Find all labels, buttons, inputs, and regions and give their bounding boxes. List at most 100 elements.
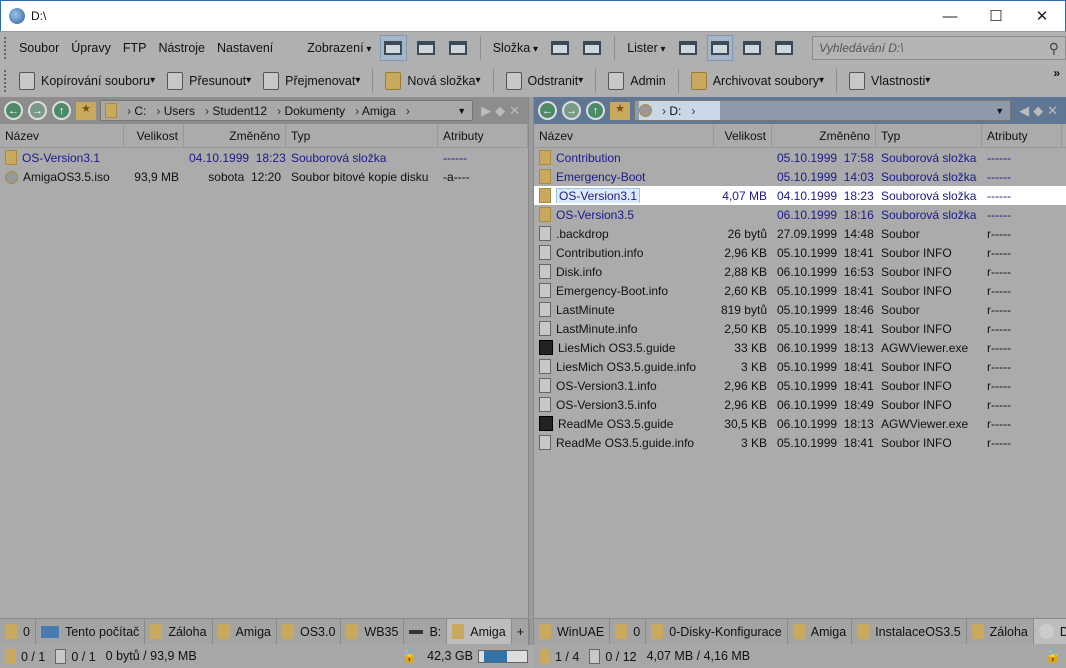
back-icon[interactable]: ← [4,101,23,120]
breadcrumb-segment[interactable]: Student12 [200,104,272,118]
table-row[interactable]: ReadMe OS3.5.guide 30,5 KB 06.10.1999 18:1… [534,414,1066,433]
column-modified-header[interactable]: Změněno [184,123,286,148]
new-folder-button[interactable]: Nová složka [379,68,486,94]
folder-tab[interactable]: OS3.0 [277,619,342,644]
favorites-icon[interactable]: ★ [610,101,630,120]
table-row[interactable]: OS-Version3.1 4,07 MB 04.10.1999 18:23 Soub… [534,186,1066,205]
up-icon[interactable]: ↑ [52,101,71,120]
rename-button[interactable]: Přejmenovat [257,68,366,94]
search-icon[interactable]: ⚲ [1049,40,1059,57]
toolbar-overflow-button[interactable]: » [1053,66,1060,80]
table-row[interactable]: OS-Version3.1 04.10.1999 18:23 Souborová s… [0,148,528,167]
path-dropdown-icon[interactable]: ▼ [995,106,1004,116]
lister-tree-icon[interactable] [739,35,765,61]
view-details-icon[interactable] [380,35,407,61]
lister-single-icon[interactable] [675,35,701,61]
admin-button[interactable]: Admin [602,68,671,94]
folder-tab[interactable]: Amiga [788,619,853,644]
menu-zobrazeni[interactable]: Zobrazení [301,41,377,55]
left-breadcrumb[interactable]: C:UsersStudent12DokumentyAmiga ▼ [100,100,474,121]
menu-slozka[interactable]: Složka [487,41,544,55]
folder-tab[interactable]: Záloha [145,619,213,644]
menu-upravy[interactable]: Úpravy [65,41,117,55]
menu-lister[interactable]: Lister [621,41,671,55]
menu-nastaveni[interactable]: Nastavení [211,41,279,55]
menu-ftp[interactable]: FTP [117,41,153,55]
move-button[interactable]: Přesunout [161,68,257,94]
folder-tab[interactable]: B: [404,619,448,644]
copy-button[interactable]: Kopírování souboru [13,68,161,94]
column-size-header[interactable]: Velikost [714,123,772,148]
minimize-button[interactable]: — [927,1,973,31]
column-attributes-header[interactable]: Atributy [982,123,1062,148]
column-name-header[interactable]: Název [0,123,124,148]
table-row[interactable]: LastMinute 819 bytů 05.10.1999 18:46 Soubor… [534,300,1066,319]
breadcrumb-segment[interactable]: Dokumenty [272,104,350,118]
table-row[interactable]: .backdrop 26 bytů 27.09.1999 14:48 Soubor r-… [534,224,1066,243]
toolbar-grip[interactable] [4,37,7,59]
folder-tab[interactable]: InstalaceOS3.5 [852,619,967,644]
table-row[interactable]: LastMinute.info 2,50 KB 05.10.1999 18:41 So… [534,319,1066,338]
folder-tab[interactable]: WB35 [341,619,405,644]
forward-icon[interactable]: → [562,101,581,120]
lister-dual-icon[interactable] [706,35,733,61]
new-tab-button[interactable]: + [512,619,531,644]
folder-tab[interactable]: 0 [610,619,647,644]
table-row[interactable]: Contribution 05.10.1999 17:58 Souborová sl… [534,148,1066,167]
table-row[interactable]: Emergency-Boot.info 2,60 KB 05.10.1999 18:… [534,281,1066,300]
folder-tab[interactable]: 0 [0,619,36,644]
folder-tab[interactable]: Záloha [967,619,1034,644]
lock-icon[interactable]: 🔓 [1040,649,1066,664]
table-row[interactable]: Disk.info 2,88 KB 06.10.1999 16:53 Soubor I… [534,262,1066,281]
column-attributes-header[interactable]: Atributy [438,123,528,148]
view-preview-icon[interactable] [413,35,439,61]
table-row[interactable]: AmigaOS3.5.iso 93,9 MB sobota 12:20 Soubor … [0,167,528,186]
breadcrumb-segment[interactable]: D: [657,104,686,118]
folder-tab[interactable]: Amiga [447,619,512,644]
menu-soubor[interactable]: Soubor [13,41,65,55]
forward-icon[interactable]: → [28,101,47,120]
path-dropdown-icon[interactable]: ▼ [457,106,466,116]
new-folder-icon [385,71,402,90]
table-row[interactable]: Emergency-Boot 05.10.1999 14:03 Souborová … [534,167,1066,186]
right-breadcrumb[interactable]: D: ▼ [634,100,1012,121]
folder-tab[interactable]: Amiga [213,619,277,644]
breadcrumb-segment[interactable]: Users [151,104,200,118]
folder-tab[interactable]: 0-Disky-Konfigurace [646,619,788,644]
table-row[interactable]: OS-Version3.5.info 2,96 KB 06.10.1999 18:4… [534,395,1066,414]
folder-tab[interactable]: WinUAE [534,619,611,644]
properties-button[interactable]: Vlastnosti [843,68,936,94]
folder-layout-icon[interactable] [547,35,573,61]
maximize-button[interactable]: ☐ [973,1,1019,31]
table-row[interactable]: LiesMich OS3.5.guide.info 3 KB 05.10.1999 … [534,357,1066,376]
column-size-header[interactable]: Velikost [124,123,184,148]
up-icon[interactable]: ↑ [586,101,605,120]
menu-nastroje[interactable]: Nástroje [152,41,211,55]
lister-viewer-icon[interactable] [771,35,797,61]
archive-button[interactable]: Archivovat soubory [685,68,830,94]
folder-tab[interactable]: D: [1033,619,1066,644]
pane-controls-icon[interactable]: ◀◆✕ [1019,103,1062,119]
column-type-header[interactable]: Typ [286,123,438,148]
table-row[interactable]: LiesMich OS3.5.guide 33 KB 06.10.1999 18:1… [534,338,1066,357]
column-modified-header[interactable]: Změněno [772,123,876,148]
close-button[interactable]: ✕ [1019,1,1065,31]
toolbar-grip[interactable] [4,69,7,92]
view-dual-icon[interactable] [445,35,471,61]
search-input[interactable]: Vyhledávání D:\ ⚲ [812,36,1066,60]
folder-layout2-icon[interactable] [579,35,605,61]
folder-tab[interactable]: Tento počítač [36,619,146,644]
table-row[interactable]: OS-Version3.1.info 2,96 KB 05.10.1999 18:4… [534,376,1066,395]
table-row[interactable]: OS-Version3.5 06.10.1999 18:16 Souborová s… [534,205,1066,224]
lock-icon[interactable]: 🔓 [397,649,423,664]
pane-controls-icon[interactable]: ▶◆✕ [481,103,524,119]
column-type-header[interactable]: Typ [876,123,982,148]
column-name-header[interactable]: Název [534,123,714,148]
table-row[interactable]: Contribution.info 2,96 KB 05.10.1999 18:41… [534,243,1066,262]
favorites-icon[interactable]: ★ [76,101,96,120]
breadcrumb-segment[interactable]: Amiga [350,104,401,118]
back-icon[interactable]: ← [538,101,557,120]
delete-button[interactable]: Odstranit [500,68,590,94]
table-row[interactable]: ReadMe OS3.5.guide.info 3 KB 05.10.1999 18… [534,433,1066,452]
breadcrumb-segment[interactable]: C: [122,104,151,118]
